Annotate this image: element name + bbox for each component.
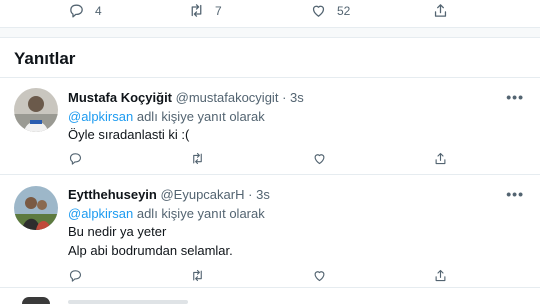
like-count: 52: [337, 3, 351, 18]
reply-item-partial[interactable]: [0, 289, 540, 304]
reply-item[interactable]: Eytthehuseyin @EyupcakarH · 3s ••• @alpk…: [0, 176, 540, 288]
reply-header-partial: [68, 300, 188, 304]
retweet-count: 7: [215, 3, 222, 18]
retweet-action[interactable]: 7: [188, 2, 222, 19]
reply-header: Eytthehuseyin @EyupcakarH · 3s: [68, 187, 270, 202]
reply-actions: [0, 151, 540, 169]
replying-to: @alpkirsan adlı kişiye yanıt olarak: [68, 109, 265, 124]
like-icon: [314, 154, 325, 165]
separator-dot: ·: [248, 187, 253, 202]
reply-icon: [69, 153, 82, 165]
retweet-button[interactable]: [190, 151, 205, 171]
reply-header: Mustafa Koçyiğit @mustafakocyigit · 3s: [68, 90, 304, 105]
reply-button[interactable]: [68, 151, 83, 171]
reply-icon: [70, 4, 83, 18]
reply-action[interactable]: 4: [68, 2, 102, 19]
avatar-image: [14, 186, 58, 230]
reply-text-line: Bu nedir ya yeter: [68, 224, 167, 239]
more-icon[interactable]: •••: [506, 186, 524, 202]
like-button[interactable]: [312, 151, 327, 171]
reply-count: 4: [95, 3, 102, 18]
reply-item[interactable]: Mustafa Koçyiğit @mustafakocyigit · 3s •…: [0, 78, 540, 175]
share-icon: [434, 4, 447, 17]
display-name[interactable]: Mustafa Koçyiğit: [68, 90, 172, 105]
share-button[interactable]: [433, 151, 448, 171]
display-name[interactable]: Eytthehuseyin: [68, 187, 157, 202]
timestamp[interactable]: 3s: [256, 187, 270, 202]
like-icon: [314, 271, 325, 282]
share-icon: [435, 152, 446, 165]
username[interactable]: @EyupcakarH: [160, 187, 244, 202]
separator-dot: ·: [282, 90, 287, 105]
retweet-icon: [193, 152, 202, 165]
replying-suffix: adlı kişiye yanıt olarak: [133, 109, 265, 124]
section-separator: [0, 28, 540, 38]
reply-icon: [69, 270, 82, 282]
reply-button[interactable]: [68, 268, 83, 288]
replying-suffix: adlı kişiye yanıt olarak: [133, 206, 265, 221]
more-icon[interactable]: •••: [506, 89, 524, 105]
mention-link[interactable]: @alpkirsan: [68, 206, 133, 221]
username[interactable]: @mustafakocyigit: [176, 90, 279, 105]
reply-actions: [0, 268, 540, 286]
avatar-image: [14, 88, 58, 132]
mention-link[interactable]: @alpkirsan: [68, 109, 133, 124]
share-button[interactable]: [433, 268, 448, 288]
share-action[interactable]: [432, 2, 449, 19]
like-button[interactable]: [312, 268, 327, 288]
retweet-button[interactable]: [190, 268, 205, 288]
like-action[interactable]: 52: [310, 2, 350, 19]
section-title: Yanıtlar: [14, 49, 76, 68]
avatar[interactable]: [14, 186, 58, 230]
like-icon: [312, 5, 325, 17]
retweet-icon: [191, 4, 202, 17]
avatar[interactable]: [22, 297, 50, 304]
reply-text-line: Alp abi bodrumdan selamlar.: [68, 243, 233, 258]
share-icon: [435, 269, 446, 282]
timestamp[interactable]: 3s: [290, 90, 304, 105]
avatar[interactable]: [14, 88, 58, 132]
reply-text: Öyle sıradanlasti ki :(: [68, 127, 190, 142]
replying-to: @alpkirsan adlı kişiye yanıt olarak: [68, 206, 265, 221]
main-tweet-actions: 4 7 52: [0, 0, 540, 28]
retweet-icon: [193, 269, 202, 282]
